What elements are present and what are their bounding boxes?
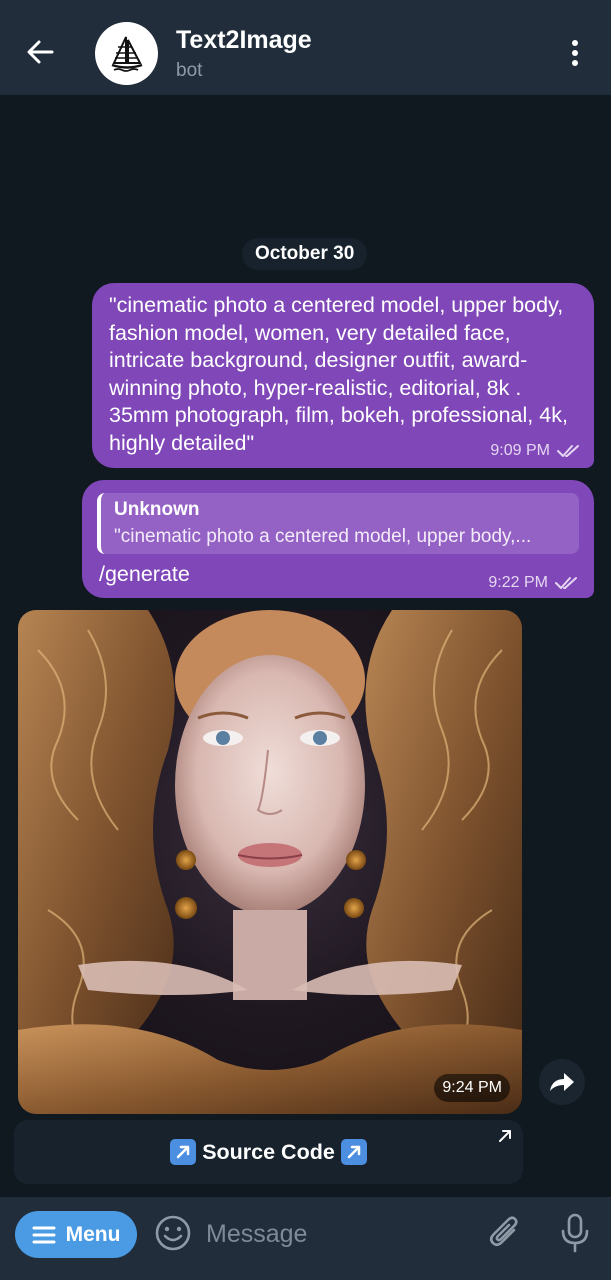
- reply-quote[interactable]: Unknown "cinematic photo a centered mode…: [97, 493, 579, 554]
- message-meta: 9:09 PM: [490, 442, 582, 460]
- message-text: "cinematic photo a centered model, upper…: [109, 293, 568, 455]
- date-separator: October 30: [242, 238, 368, 270]
- emoji-smile-icon[interactable]: [154, 1214, 192, 1252]
- generated-image-message[interactable]: 9:24 PM: [18, 610, 522, 1114]
- outgoing-message-bubble[interactable]: "cinematic photo a centered model, upper…: [92, 283, 594, 468]
- arrow-left-icon: [27, 40, 54, 64]
- telegram-chat-screen: Text2Image bot October 30 "cinematic pho…: [0, 0, 611, 1280]
- hamburger-menu-icon: [32, 1226, 56, 1243]
- back-button[interactable]: [20, 32, 60, 72]
- paperclip-icon[interactable]: [487, 1214, 523, 1252]
- message-input[interactable]: [206, 1215, 466, 1253]
- outgoing-reply-bubble[interactable]: Unknown "cinematic photo a centered mode…: [82, 480, 594, 598]
- menu-button-label: Menu: [65, 1222, 121, 1246]
- double-check-icon: [557, 445, 579, 457]
- external-link-icon: [499, 1130, 511, 1142]
- message-input-bar: Menu: [0, 1197, 611, 1280]
- chat-header: Text2Image bot: [0, 0, 611, 95]
- message-meta: 9:22 PM: [488, 574, 580, 592]
- source-code-link-button[interactable]: Source Code: [14, 1120, 523, 1184]
- reply-preview-text: "cinematic photo a centered model, upper…: [114, 526, 532, 547]
- chat-title[interactable]: Text2Image: [176, 26, 312, 55]
- message-time: 9:09 PM: [490, 442, 550, 459]
- sailboat-logo-icon: [111, 36, 142, 72]
- reply-author: Unknown: [114, 499, 200, 520]
- share-forward-icon: [550, 1073, 574, 1091]
- bot-menu-button[interactable]: Menu: [15, 1211, 137, 1258]
- message-text: /generate: [99, 562, 190, 586]
- double-check-icon: [555, 577, 577, 589]
- arrow-up-right-emoji-icon: [170, 1139, 197, 1165]
- chat-subtitle: bot: [176, 60, 203, 81]
- more-vertical-icon: [572, 40, 578, 66]
- generated-portrait-image: [18, 610, 522, 1114]
- source-code-label: Source Code: [202, 1139, 335, 1164]
- forward-button[interactable]: [539, 1059, 585, 1105]
- image-time: 9:24 PM: [434, 1074, 510, 1102]
- microphone-icon[interactable]: [558, 1212, 592, 1254]
- message-time: 9:22 PM: [488, 574, 548, 591]
- more-options-button[interactable]: [560, 36, 590, 70]
- arrow-up-right-emoji-icon: [340, 1139, 367, 1165]
- bot-avatar[interactable]: [95, 22, 158, 85]
